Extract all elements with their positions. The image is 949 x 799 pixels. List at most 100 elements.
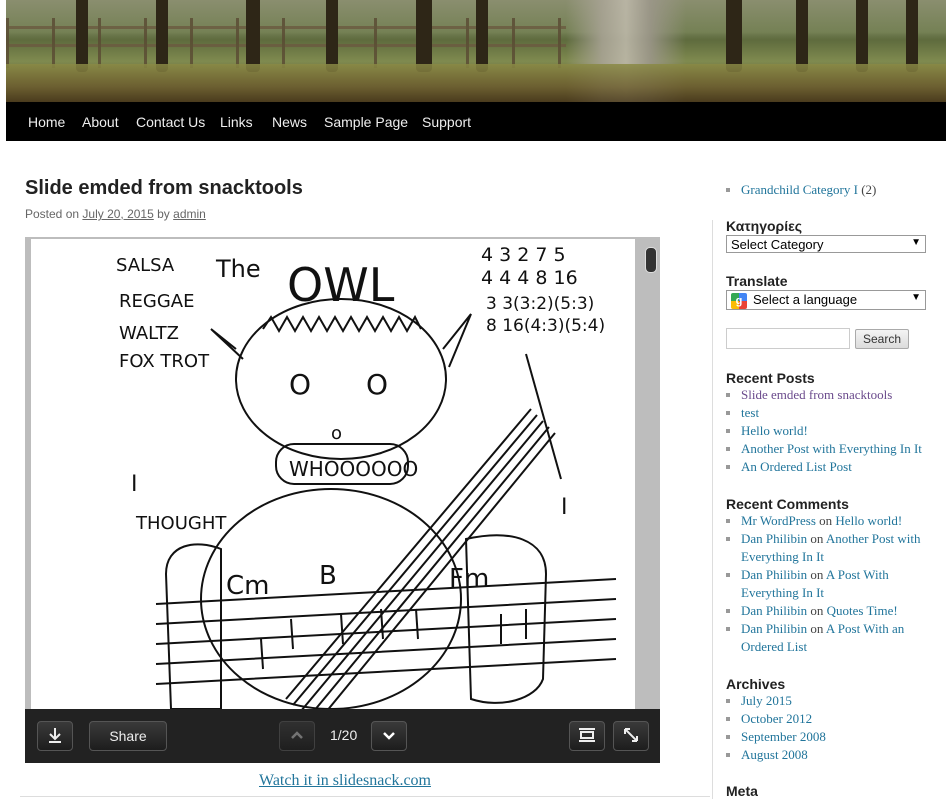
recent-comments-title: Recent Comments (726, 496, 849, 512)
posted-on-label: Posted on (25, 207, 80, 221)
slide-viewer[interactable]: SALSA REGGAE WALTZ FOX TROT The OWL WHOO… (25, 237, 660, 763)
comment-post-link[interactable]: Ordered List (741, 639, 807, 654)
sketch-b: B (319, 561, 337, 591)
list-item: July 2015 (741, 692, 826, 710)
recent-post-link[interactable]: test (741, 405, 759, 420)
nav-home[interactable]: Home (28, 114, 65, 130)
nav-about[interactable]: About (82, 114, 119, 130)
chevron-down-icon (381, 727, 397, 746)
slide-counter: 1/20 (330, 727, 358, 743)
recent-post-link[interactable]: An Ordered List Post (741, 459, 852, 474)
category-select-value: Select Category (731, 237, 824, 252)
categories-title: Κατηγορίες (726, 218, 803, 234)
grandchild-category-link[interactable]: Grandchild Category I (741, 182, 858, 197)
on-label: on (810, 567, 824, 582)
recent-posts-title: Recent Posts (726, 370, 815, 386)
comment-post-link[interactable]: Another Post with (826, 531, 921, 546)
sketch-i-right: I (561, 495, 568, 520)
main-nav: Home About Contact Us Links News Sample … (6, 102, 946, 141)
sketch-i-left: I (131, 472, 138, 497)
search-button[interactable]: Search (855, 329, 909, 349)
share-button[interactable]: Share (89, 721, 167, 751)
archives-title: Archives (726, 676, 786, 692)
post-author-link[interactable]: admin (173, 207, 206, 221)
fit-width-button[interactable] (569, 721, 605, 751)
list-item: Dan Philibin on A Post With an Ordered L… (741, 620, 936, 656)
sketch-cm: Cm (226, 571, 269, 601)
comment-author-link[interactable]: Mr WordPress (741, 513, 816, 528)
watch-link-container: Watch it in slidesnack.com (0, 772, 690, 790)
on-label: on (819, 513, 833, 528)
list-item: Dan Philibin on Another Post with Everyt… (741, 530, 936, 566)
archive-link[interactable]: August 2008 (741, 747, 808, 762)
sketch-reggae: REGGAE (119, 291, 194, 312)
recent-post-link[interactable]: Hello world! (741, 423, 808, 438)
nav-sample-page[interactable]: Sample Page (324, 114, 408, 130)
list-item: September 2008 (741, 728, 826, 746)
search-input[interactable] (726, 328, 850, 349)
slide-toolbar: Share 1/20 (25, 709, 660, 763)
comment-post-link[interactable]: Everything In It (741, 549, 824, 564)
slide-scrollbar[interactable] (645, 247, 657, 273)
nav-news[interactable]: News (272, 114, 307, 130)
recent-posts-widget: Recent Posts Slide emded from snacktools… (726, 370, 922, 476)
comment-post-link[interactable]: Everything In It (741, 585, 824, 600)
header-banner-image (6, 0, 946, 102)
on-label: on (810, 603, 824, 618)
list-item: An Ordered List Post (741, 458, 922, 476)
archive-link[interactable]: July 2015 (741, 693, 792, 708)
archive-link[interactable]: October 2012 (741, 711, 812, 726)
previous-slide-button[interactable] (279, 721, 315, 751)
comment-author-link[interactable]: Dan Philibin (741, 603, 807, 618)
sketch-salsa: SALSA (116, 255, 175, 276)
grandchild-category-widget: Grandchild Category I (2) (726, 181, 876, 199)
nav-links[interactable]: Links (220, 114, 253, 130)
meta-widget: Meta (726, 783, 758, 799)
recent-post-link[interactable]: Slide emded from snacktools (741, 387, 892, 402)
slide-page-image: SALSA REGGAE WALTZ FOX TROT The OWL WHOO… (31, 239, 635, 711)
list-item: Dan Philibin on Quotes Time! (741, 602, 936, 620)
sketch-row4: 8 16(4:3)(5:4) (486, 316, 605, 336)
comment-post-link[interactable]: A Post With an (826, 621, 904, 636)
categories-widget: Κατηγορίες Select Category ▼ (726, 218, 926, 253)
comment-post-link[interactable]: Hello world! (835, 513, 902, 528)
category-select[interactable]: Select Category ▼ (726, 235, 926, 253)
list-item: October 2012 (741, 710, 826, 728)
list-item: test (741, 404, 922, 422)
recent-post-link[interactable]: Another Post with Everything In It (741, 441, 922, 456)
post-title[interactable]: Slide emded from snacktools (25, 177, 303, 200)
sketch-beak: o (331, 423, 342, 444)
list-item: August 2008 (741, 746, 826, 764)
list-item: Slide emded from snacktools (741, 386, 922, 404)
next-slide-button[interactable] (371, 721, 407, 751)
nav-contact-us[interactable]: Contact Us (136, 114, 205, 130)
list-item: Hello world! (741, 422, 922, 440)
comment-author-link[interactable]: Dan Philibin (741, 531, 807, 546)
sketch-eye-left: O (289, 368, 311, 401)
archive-link[interactable]: September 2008 (741, 729, 826, 744)
google-translate-icon: g (731, 292, 747, 309)
list-item: Mr WordPress on Hello world! (741, 512, 936, 530)
on-label: on (810, 531, 824, 546)
sketch-row1: 4 3 2 7 5 (481, 244, 566, 266)
sketch-thought: THOUGHT (135, 513, 227, 534)
sketch-whoo: WHOOOOOO (289, 457, 418, 481)
nav-support[interactable]: Support (422, 114, 471, 130)
fullscreen-button[interactable] (613, 721, 649, 751)
sketch-fox-trot: FOX TROT (119, 351, 210, 372)
translate-title: Translate (726, 273, 788, 289)
watch-slidesnack-link[interactable]: Watch it in slidesnack.com (259, 772, 431, 789)
post-date-link[interactable]: July 20, 2015 (82, 207, 153, 221)
sketch-the: The (215, 255, 261, 283)
comment-author-link[interactable]: Dan Philibin (741, 567, 807, 582)
list-item: Dan Philibin on A Post With Everything I… (741, 566, 936, 602)
comment-post-link[interactable]: A Post With (826, 567, 889, 582)
language-select[interactable]: g Select a language ▼ (726, 290, 926, 310)
sketch-eye-right: O (366, 368, 388, 401)
comment-post-link[interactable]: Quotes Time! (827, 603, 898, 618)
download-icon (47, 727, 63, 746)
by-label: by (157, 207, 170, 221)
list-item: Another Post with Everything In It (741, 440, 922, 458)
comment-author-link[interactable]: Dan Philibin (741, 621, 807, 636)
download-button[interactable] (37, 721, 73, 751)
